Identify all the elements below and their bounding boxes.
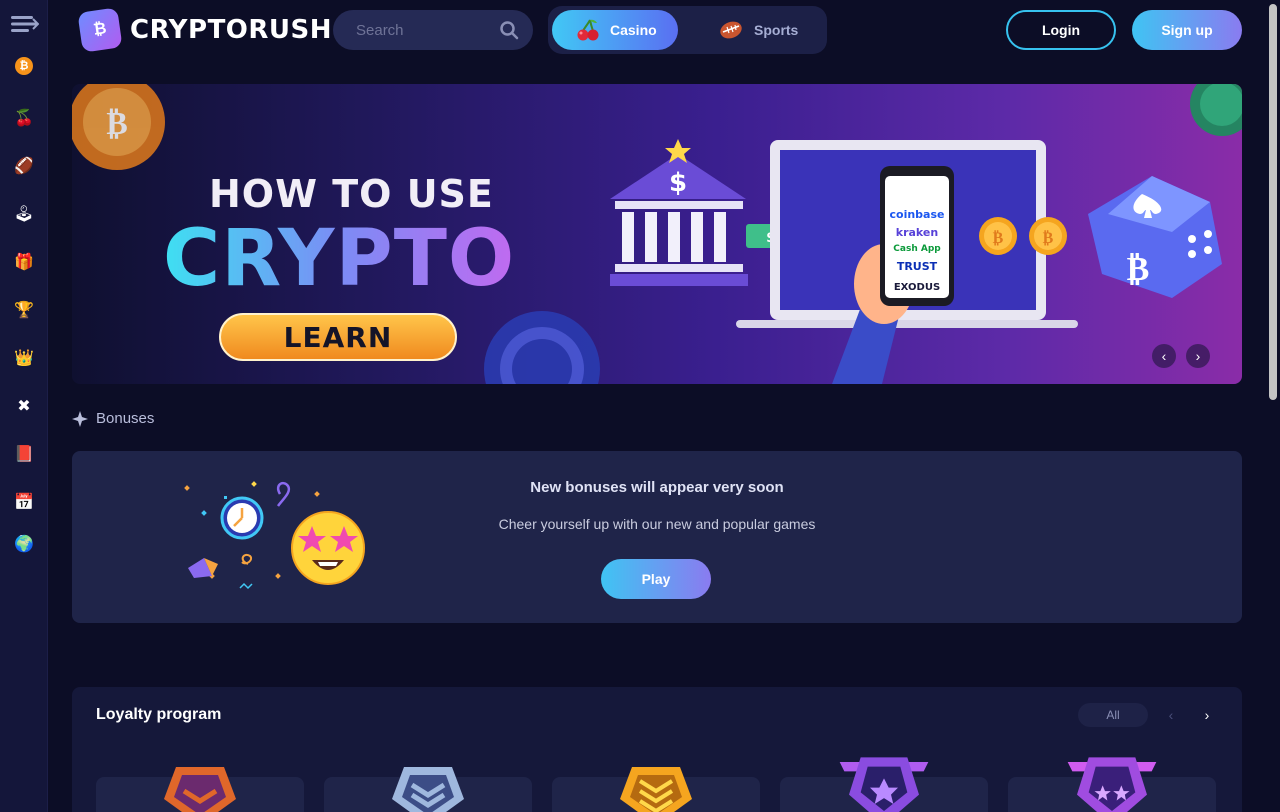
svg-text:EXODUS: EXODUS	[894, 282, 940, 293]
trophy-icon[interactable]: 🏆	[0, 292, 48, 328]
svg-text:₿: ₿	[106, 104, 127, 142]
scrollbar-thumb[interactable]	[1269, 4, 1277, 400]
tab-sports-label: Sports	[754, 22, 799, 38]
joystick-icon[interactable]: 🕹	[0, 196, 48, 232]
globe-icon[interactable]: 🌍	[0, 526, 48, 562]
bronze-rank-badge-icon	[164, 767, 236, 812]
gold-rank-badge-icon	[620, 767, 692, 812]
loyalty-next-arrow-icon[interactable]: ›	[1195, 703, 1219, 727]
loyalty-level-card[interactable]	[552, 767, 760, 812]
search-icon[interactable]	[499, 20, 519, 40]
signup-button[interactable]: Sign up	[1132, 10, 1242, 50]
login-button[interactable]: Login	[1006, 10, 1116, 50]
loyalty-program-section: Loyalty program All ‹ ›	[72, 687, 1242, 812]
sparkle-icon	[72, 410, 88, 427]
close-x-icon[interactable]: ✖	[0, 388, 48, 424]
bonuses-section-header: Bonuses	[72, 410, 154, 427]
loyalty-title: Loyalty program	[96, 706, 222, 723]
banner-next-arrow-icon[interactable]: ›	[1186, 344, 1210, 368]
mode-switch: Casino Sports	[548, 6, 827, 54]
bonus-description: Cheer yourself up with our new and popul…	[498, 516, 816, 532]
loyalty-level-card[interactable]	[324, 767, 532, 812]
diamond-rank-badge-icon	[1067, 757, 1157, 812]
silver-rank-badge-icon	[392, 767, 464, 812]
sidebar: ₿ 🍒 🏈 🕹 🎁 🏆 👑 ✖ 📕 📅 🌍	[0, 0, 48, 812]
platinum-rank-badge-icon	[839, 757, 929, 812]
banner-learn-button[interactable]: LEARN	[219, 313, 457, 361]
logo-dice-icon: ₿	[77, 7, 123, 53]
tab-sports[interactable]: Sports	[718, 10, 828, 50]
svg-text:₿: ₿	[1043, 228, 1054, 247]
banner-title-line1: HOW TO USE	[209, 172, 494, 216]
svg-text:Cash App: Cash App	[893, 244, 941, 254]
logo[interactable]: ₿ CRYPTORUSH	[77, 7, 333, 53]
banner-title-line2: CRYPTO	[163, 214, 516, 304]
play-button[interactable]: Play	[601, 559, 711, 599]
sports-ball-icon[interactable]: 🏈	[0, 148, 48, 184]
bonus-empty-card: New bonuses will appear very soon Cheer …	[72, 451, 1242, 623]
menu-toggle-icon[interactable]	[0, 6, 48, 42]
tab-casino-label: Casino	[610, 22, 657, 38]
search-input[interactable]	[356, 21, 496, 39]
bank-icon: $	[610, 139, 748, 286]
bitcoin-icon: ₿	[15, 57, 33, 75]
svg-text:₿: ₿	[1127, 249, 1150, 289]
calendar-icon[interactable]: 📅	[0, 484, 48, 520]
bonuses-section-label: Bonuses	[96, 410, 155, 427]
brand-name: CRYPTORUSH	[130, 15, 333, 45]
promo-banner[interactable]: ₿ $ $ $	[72, 84, 1242, 384]
svg-text:₿: ₿	[993, 228, 1004, 247]
loyalty-all-button[interactable]: All	[1078, 703, 1148, 727]
crown-icon[interactable]: 👑	[0, 340, 48, 376]
dice-icon: ₿	[1088, 176, 1222, 298]
gift-icon[interactable]: 🎁	[0, 244, 48, 280]
cherry-icon[interactable]: 🍒	[0, 100, 48, 136]
casino-chip-icon: ₿	[72, 84, 165, 170]
svg-text:coinbase: coinbase	[890, 208, 945, 221]
loyalty-level-card[interactable]	[96, 767, 304, 812]
search-box[interactable]	[333, 10, 533, 50]
bonus-title: New bonuses will appear very soon	[530, 479, 784, 496]
tab-casino[interactable]: Casino	[552, 10, 678, 50]
svg-text:TRUST: TRUST	[897, 260, 938, 273]
banner-prev-arrow-icon[interactable]: ‹	[1152, 344, 1176, 368]
cherry-icon	[577, 19, 599, 41]
loyalty-prev-arrow-icon[interactable]: ‹	[1159, 703, 1183, 727]
bitcoin-icon[interactable]: ₿	[0, 48, 48, 84]
basketball-icon	[720, 21, 742, 39]
book-icon[interactable]: 📕	[0, 436, 48, 472]
page-scrollbar[interactable]	[1266, 0, 1280, 812]
svg-text:kraken: kraken	[896, 226, 938, 239]
loyalty-level-card[interactable]	[780, 757, 988, 812]
loyalty-level-card[interactable]	[1008, 757, 1216, 812]
svg-text:$: $	[669, 168, 687, 198]
